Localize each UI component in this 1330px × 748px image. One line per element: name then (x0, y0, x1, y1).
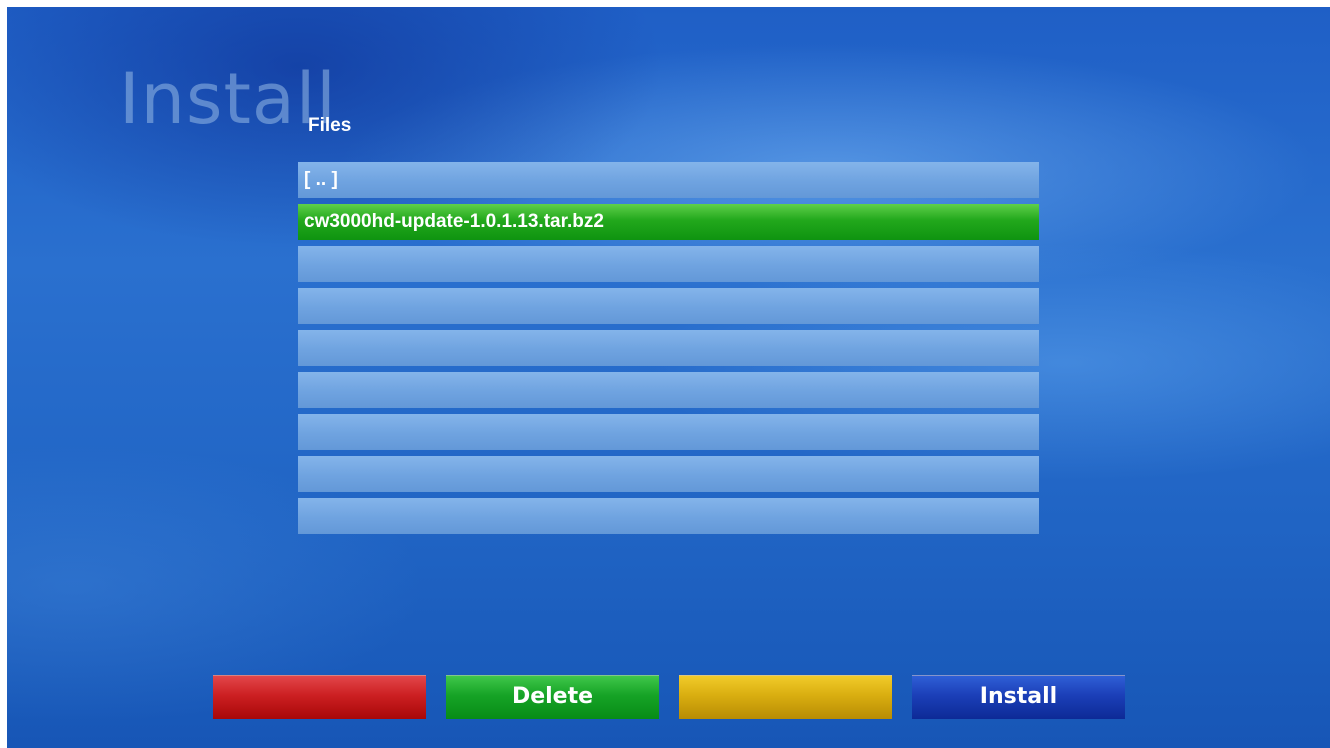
red-key-button[interactable] (213, 675, 426, 719)
files-heading: Files (308, 115, 352, 136)
delete-button[interactable]: Delete (446, 675, 659, 719)
page-title: Install (119, 58, 337, 140)
install-screen: Install Files [ .. ] cw3000hd-update-1.0… (7, 7, 1330, 748)
list-item-selected-file[interactable]: cw3000hd-update-1.0.1.13.tar.bz2 (298, 204, 1039, 240)
list-item[interactable] (298, 456, 1039, 492)
file-list: [ .. ] cw3000hd-update-1.0.1.13.tar.bz2 (298, 162, 1039, 540)
list-item[interactable] (298, 372, 1039, 408)
list-item[interactable] (298, 498, 1039, 534)
list-item[interactable] (298, 414, 1039, 450)
install-button[interactable]: Install (912, 675, 1125, 719)
list-item-parent-dir[interactable]: [ .. ] (298, 162, 1039, 198)
color-key-bar: Delete Install (213, 675, 1126, 719)
list-item[interactable] (298, 330, 1039, 366)
list-item[interactable] (298, 246, 1039, 282)
list-item[interactable] (298, 288, 1039, 324)
yellow-key-button[interactable] (679, 675, 892, 719)
